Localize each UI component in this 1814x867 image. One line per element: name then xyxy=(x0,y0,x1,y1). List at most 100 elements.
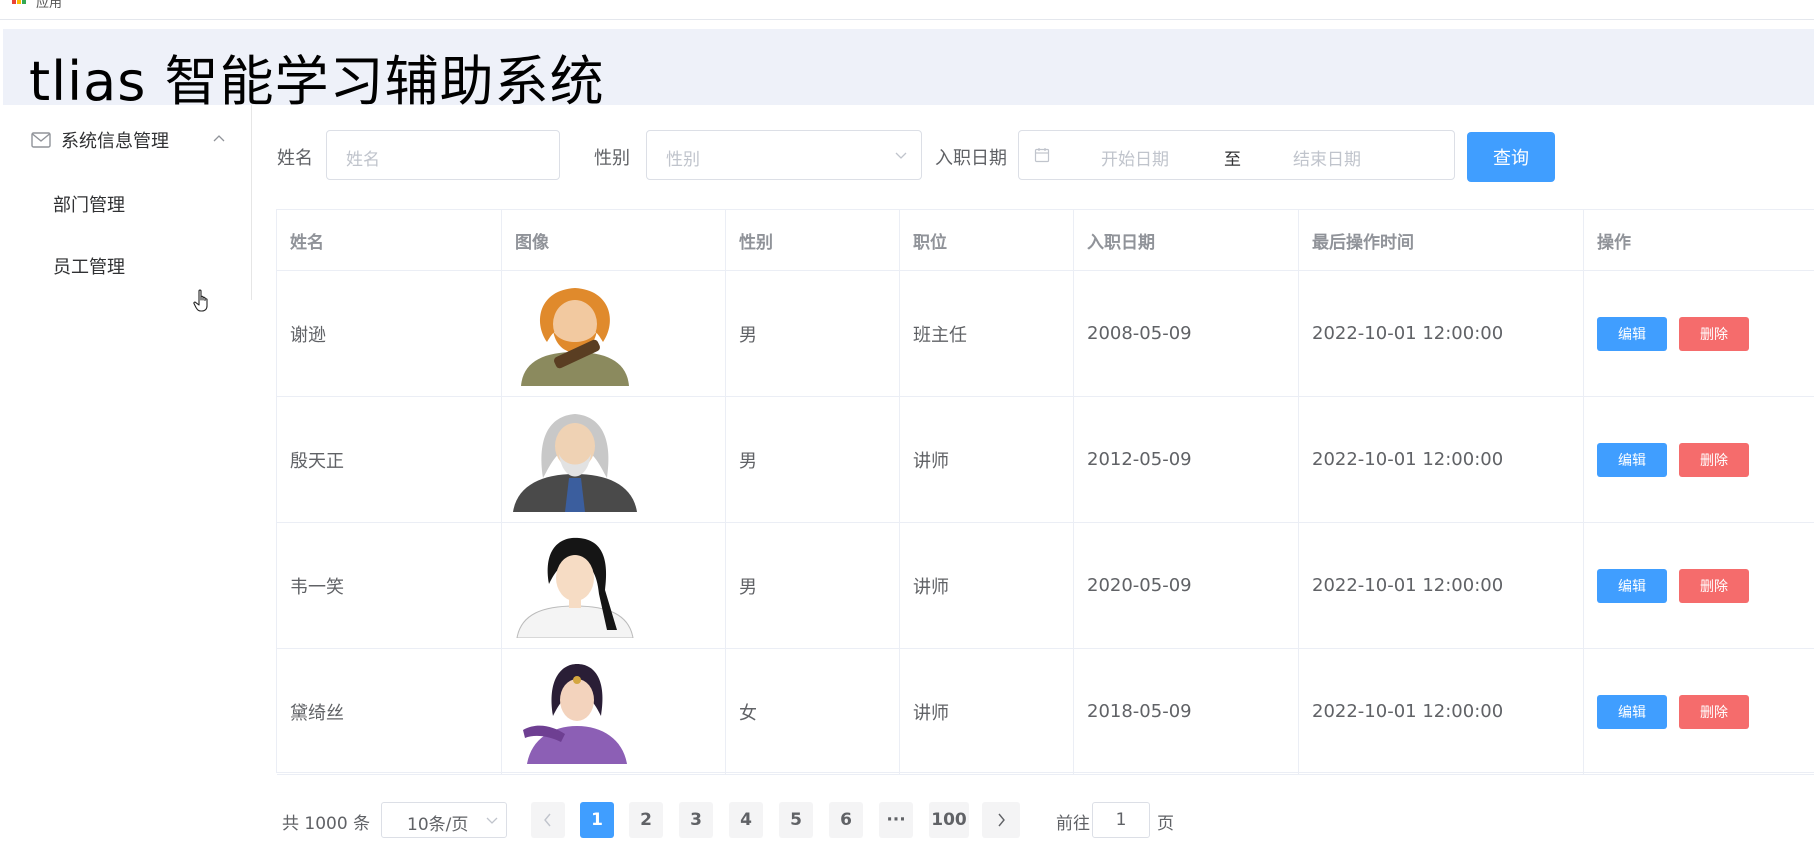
menu-group-system-info[interactable]: 系统信息管理 xyxy=(3,105,251,175)
table-row: 殷天正 男 讲师 2012-05-09 2022-10-01 12:00:00 … xyxy=(277,397,1814,523)
chevron-down-icon xyxy=(895,152,907,159)
cell-avatar xyxy=(502,271,726,396)
page-button[interactable]: 100 xyxy=(929,802,969,838)
delete-button[interactable]: 删除 xyxy=(1679,568,1749,603)
avatar xyxy=(516,537,634,638)
avatar xyxy=(523,663,627,764)
pagination-total: 共 1000 条 xyxy=(282,814,371,834)
apps-icon[interactable] xyxy=(12,0,26,5)
cell-update-time: 2022-10-01 12:00:00 xyxy=(1299,271,1584,396)
cell-entry-date: 2008-05-09 xyxy=(1074,271,1299,396)
table-row: 韦一笑 男 讲师 2020-05-09 2022-10-01 12:00:00 … xyxy=(277,523,1814,649)
delete-button[interactable]: 删除 xyxy=(1679,316,1749,351)
avatar xyxy=(513,413,637,512)
column-header-actions: 操作 xyxy=(1597,232,1631,253)
menu-group-label: 系统信息管理 xyxy=(61,131,169,152)
name-placeholder: 姓名 xyxy=(346,150,380,170)
cell-entry-date: 2018-05-09 xyxy=(1074,649,1299,774)
edit-button[interactable]: 编辑 xyxy=(1597,442,1667,477)
goto-unit: 页 xyxy=(1157,814,1174,834)
page-button[interactable]: 4 xyxy=(729,802,763,838)
name-label: 姓名 xyxy=(277,148,313,169)
sidebar-item-label: 员工管理 xyxy=(53,257,125,278)
cell-actions: 编辑 删除 xyxy=(1584,397,1814,522)
column-header-gender: 性别 xyxy=(726,210,900,270)
page-button[interactable]: 1 xyxy=(580,802,614,838)
gender-select[interactable]: 性别 xyxy=(646,130,922,180)
column-header-name: 姓名 xyxy=(277,210,502,270)
cell-avatar xyxy=(502,649,726,774)
page-size-select[interactable]: 10条/页 xyxy=(381,802,507,838)
table-row: 黛绮丝 女 讲师 2018-05-09 2022-10-01 12:00:00 … xyxy=(277,649,1814,775)
employee-table: 姓名 图像 性别 职位 入职日期 最后操作时间 操作 谢逊 男 班主任 2008… xyxy=(276,209,1814,775)
cell-gender: 女 xyxy=(726,649,900,774)
cell-gender: 男 xyxy=(726,397,900,522)
date-range-picker[interactable]: 开始日期 至 结束日期 xyxy=(1018,130,1455,180)
delete-button[interactable]: 删除 xyxy=(1679,442,1749,477)
page-button[interactable]: 2 xyxy=(629,802,663,838)
chevron-left-icon xyxy=(544,813,551,827)
query-button[interactable]: 查询 xyxy=(1467,132,1555,182)
table-header: 姓名 图像 性别 职位 入职日期 最后操作时间 操作 xyxy=(277,210,1814,271)
edit-button[interactable]: 编辑 xyxy=(1597,568,1667,603)
cell-name: 殷天正 xyxy=(277,397,502,522)
cell-name: 谢逊 xyxy=(277,271,502,396)
cell-entry-date: 2020-05-09 xyxy=(1074,523,1299,648)
prev-page-button[interactable] xyxy=(531,802,565,838)
gender-placeholder: 性别 xyxy=(666,150,700,170)
page-button[interactable]: 6 xyxy=(829,802,863,838)
entry-date-label: 入职日期 xyxy=(935,148,1007,169)
cell-actions: 编辑 删除 xyxy=(1584,271,1814,396)
cell-position: 班主任 xyxy=(900,271,1074,396)
page-size-value: 10条/页 xyxy=(407,815,469,835)
chevron-right-icon xyxy=(998,813,1005,827)
app-header: tlias 智能学习辅助系统 xyxy=(3,29,1814,113)
cell-update-time: 2022-10-01 12:00:00 xyxy=(1299,397,1584,522)
page-button[interactable]: 3 xyxy=(679,802,713,838)
more-pages-button[interactable]: ··· xyxy=(879,802,913,838)
cell-actions: 编辑 删除 xyxy=(1584,523,1814,648)
column-header-update-time: 最后操作时间 xyxy=(1299,210,1584,270)
cell-avatar xyxy=(502,523,726,648)
sidebar-item-dept[interactable]: 部门管理 xyxy=(3,176,251,232)
chevron-up-icon[interactable] xyxy=(213,134,225,142)
cell-position: 讲师 xyxy=(900,397,1074,522)
column-header-position: 职位 xyxy=(900,210,1074,270)
cell-update-time: 2022-10-01 12:00:00 xyxy=(1299,649,1584,774)
page-button[interactable]: 5 xyxy=(779,802,813,838)
hand-cursor-icon xyxy=(193,289,208,312)
range-separator: 至 xyxy=(1224,150,1241,170)
goto-label: 前往 xyxy=(1056,814,1090,834)
cell-avatar xyxy=(502,397,726,522)
avatar xyxy=(521,287,629,386)
cell-position: 讲师 xyxy=(900,523,1074,648)
cell-name: 黛绮丝 xyxy=(277,649,502,774)
pagination: 共 1000 条 10条/页 1 2 3 4 5 6 ··· 100 前往 1 … xyxy=(282,800,1182,840)
gender-label: 性别 xyxy=(594,148,630,169)
cell-position: 讲师 xyxy=(900,649,1074,774)
apps-label[interactable]: 应用 xyxy=(36,0,62,11)
table-row: 谢逊 男 班主任 2008-05-09 2022-10-01 12:00:00 … xyxy=(277,271,1814,397)
column-header-entry-date: 入职日期 xyxy=(1074,210,1299,270)
cell-name: 韦一笑 xyxy=(277,523,502,648)
cell-gender: 男 xyxy=(726,271,900,396)
goto-page-input[interactable]: 1 xyxy=(1092,802,1150,838)
edit-button[interactable]: 编辑 xyxy=(1597,694,1667,729)
end-date-placeholder[interactable]: 结束日期 xyxy=(1293,145,1361,170)
cell-actions: 编辑 删除 xyxy=(1584,649,1814,774)
sidebar-item-label: 部门管理 xyxy=(53,195,125,216)
start-date-placeholder[interactable]: 开始日期 xyxy=(1101,145,1169,170)
cell-update-time: 2022-10-01 12:00:00 xyxy=(1299,523,1584,648)
sidebar: 系统信息管理 部门管理 员工管理 xyxy=(3,105,252,300)
name-input[interactable]: 姓名 xyxy=(326,130,560,180)
mail-icon xyxy=(31,132,51,148)
cell-gender: 男 xyxy=(726,523,900,648)
top-bar: 应用 xyxy=(0,0,1814,20)
chevron-down-icon xyxy=(486,817,498,824)
edit-button[interactable]: 编辑 xyxy=(1597,316,1667,351)
calendar-icon xyxy=(1034,148,1050,163)
sidebar-item-employee[interactable]: 员工管理 xyxy=(3,238,251,294)
delete-button[interactable]: 删除 xyxy=(1679,694,1749,729)
cell-entry-date: 2012-05-09 xyxy=(1074,397,1299,522)
next-page-button[interactable] xyxy=(982,802,1020,838)
